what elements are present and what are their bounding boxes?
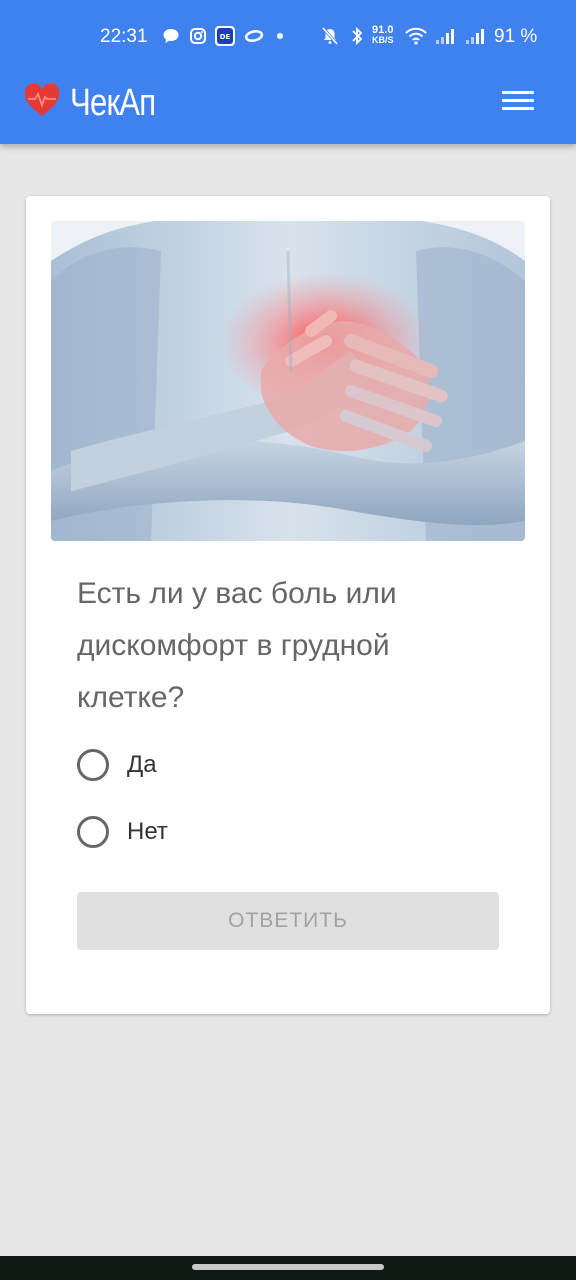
signal-icon-2 [463,24,489,48]
radio-button[interactable] [77,749,109,781]
option-label: Нет [127,818,168,845]
dot-icon [274,24,286,48]
heart-pulse-icon [24,83,60,118]
svg-text:DE: DE [220,33,231,41]
app-bar: ЧекАп [0,72,576,144]
status-bar: 22:31 DE 91.0 KB/S 91 % [0,0,576,72]
question-card: Есть ли у вас боль или дискомфорт в груд… [26,196,550,1014]
de-app-icon: DE [214,24,236,48]
option-no[interactable]: Нет [77,815,168,849]
mute-icon [318,24,342,48]
radio-button[interactable] [77,816,109,848]
option-label: Да [127,751,157,778]
system-nav-bar [0,1256,576,1280]
battery-percent: 91 % [494,26,538,47]
submit-button[interactable]: ОТВЕТИТЬ [77,892,499,950]
net-speed: 91.0 KB/S [372,24,394,46]
instagram-icon [187,24,209,48]
app-title: ЧекАп [70,82,156,124]
net-speed-value: 91.0 [372,24,394,36]
hamburger-menu-icon[interactable] [500,86,536,116]
chest-pain-photo [51,221,525,541]
status-time: 22:31 [100,26,148,47]
oval-app-icon [242,24,266,48]
wifi-icon [403,24,429,48]
option-yes[interactable]: Да [77,748,157,782]
signal-icon [433,24,459,48]
top-app-bar: 22:31 DE 91.0 KB/S 91 % ЧекАп [0,0,576,144]
chat-bubble-icon [160,24,182,48]
question-text: Есть ли у вас боль или дискомфорт в груд… [77,577,397,714]
net-speed-unit: KB/S [372,35,394,45]
home-gesture-handle[interactable] [192,1264,384,1270]
bluetooth-icon [346,24,368,48]
